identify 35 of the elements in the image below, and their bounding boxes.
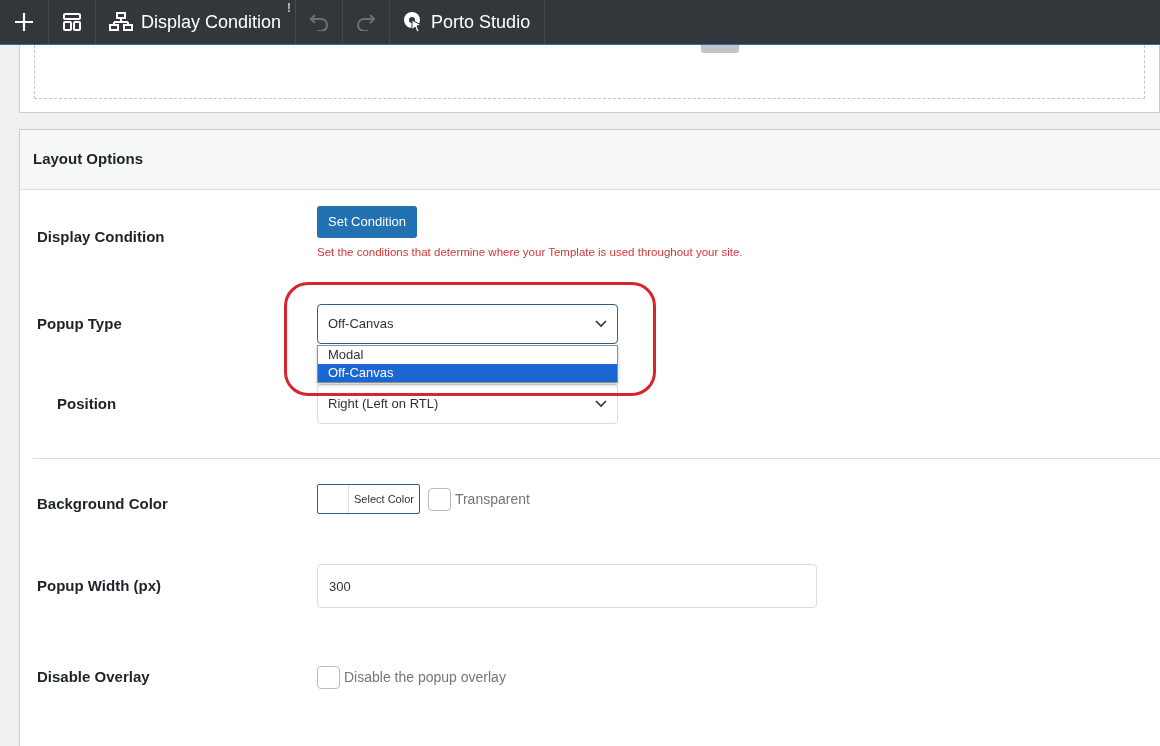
sitemap-icon xyxy=(109,12,133,32)
checkbox[interactable] xyxy=(427,487,451,511)
field-label: Popup Width (px) xyxy=(37,575,162,596)
field-label: Popup Type xyxy=(37,313,123,334)
dropdown-option[interactable]: Modal xyxy=(318,346,617,364)
cursor-target-icon xyxy=(403,11,424,33)
field-label: Background Color xyxy=(37,493,169,514)
field-label: Position xyxy=(56,393,118,414)
section-title: Layout Options xyxy=(20,130,1160,190)
field-label: Disable Overlay xyxy=(37,666,151,687)
dropdown-option[interactable]: Off-Canvas xyxy=(318,364,617,382)
set-condition-button[interactable]: Set Condition xyxy=(317,206,418,238)
dropdown[interactable]: Off-Canvas xyxy=(317,304,618,344)
chevron-down-icon xyxy=(595,400,607,408)
dropdown-value: Off-Canvas xyxy=(328,315,394,334)
field-label: Display Condition xyxy=(37,227,166,247)
toolbar-button[interactable]: Porto Studio xyxy=(390,0,546,44)
drag-handle[interactable] xyxy=(701,45,739,53)
chevron-down-icon xyxy=(595,320,607,328)
color-picker-button[interactable]: Select Color xyxy=(317,484,420,514)
help-text: Set the conditions that determine where your Template is used throughout your site. xyxy=(317,244,744,260)
toolbar-label: Porto Studio xyxy=(431,10,531,34)
layout-icon xyxy=(62,12,82,32)
alert-mark: ! xyxy=(286,1,292,14)
undo-icon xyxy=(309,13,330,31)
plus-icon xyxy=(13,11,35,33)
toolbar-button[interactable]: Display Condition ! xyxy=(96,0,297,44)
checkbox-label: Disable the popup overlay xyxy=(344,667,506,687)
width-input[interactable]: 300 xyxy=(317,564,817,608)
toolbar-label: Display Condition xyxy=(141,10,282,34)
checkbox[interactable] xyxy=(317,665,340,689)
redo-icon xyxy=(356,13,377,31)
checkbox-label: Transparent xyxy=(454,489,530,509)
dropdown-value: Right (Left on RTL) xyxy=(328,395,439,414)
dropdown[interactable]: Right (Left on RTL) xyxy=(317,384,618,424)
